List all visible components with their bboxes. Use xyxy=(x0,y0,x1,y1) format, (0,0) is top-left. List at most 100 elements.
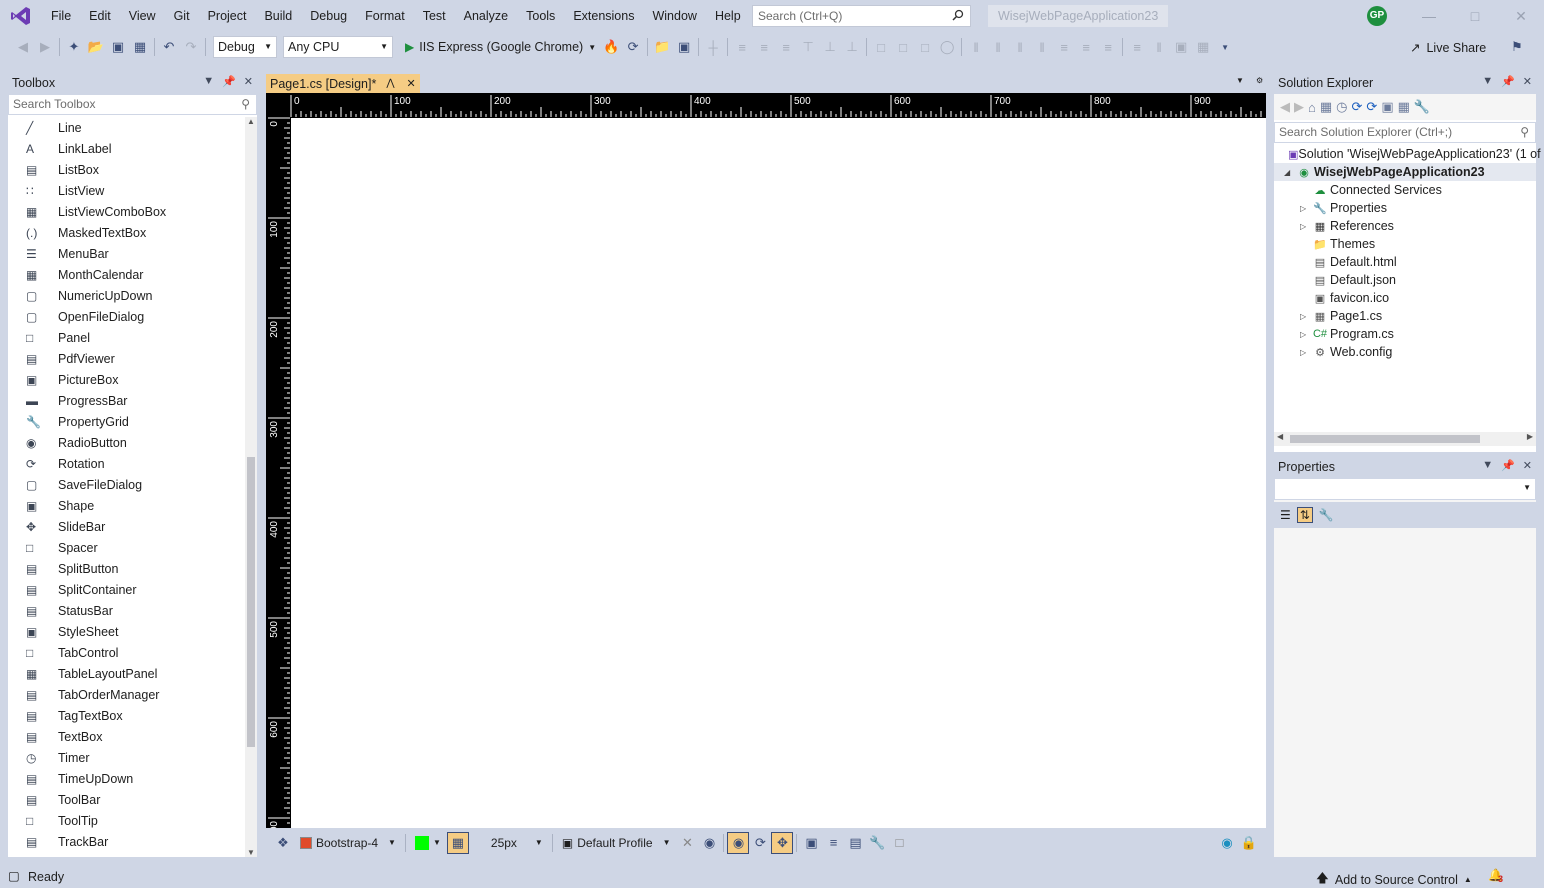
menu-item-git[interactable]: Git xyxy=(165,0,199,32)
tree-node-connected-services[interactable]: ☁ Connected Services xyxy=(1274,181,1536,199)
expand-arrow-icon[interactable]: ▷ xyxy=(1300,348,1310,357)
center-horizontally-icon[interactable]: ≡ xyxy=(1126,36,1148,58)
open-file-icon[interactable]: 📂 xyxy=(85,36,107,58)
menu-item-window[interactable]: Window xyxy=(643,0,705,32)
toolbox-item-listview[interactable]: ∷ ListView xyxy=(8,180,243,201)
pending-changes-icon[interactable]: ◷ xyxy=(1336,99,1347,115)
toolbox-item-listviewcombobox[interactable]: ▦ ListViewComboBox xyxy=(8,201,243,222)
align-middles-icon[interactable]: ⊥ xyxy=(819,36,841,58)
toolbox-item-rotation[interactable]: ⟳ Rotation xyxy=(8,453,243,474)
sync-icon[interactable]: ⟳ xyxy=(1352,99,1363,115)
properties-icon[interactable]: 🔧 xyxy=(1414,99,1430,115)
toolbox-item-tabordermanager[interactable]: ▤ TabOrderManager xyxy=(8,684,243,705)
align-rights-icon[interactable]: ≡ xyxy=(775,36,797,58)
tree-node-program-cs[interactable]: ▷ C# Program.cs xyxy=(1274,325,1536,343)
toolbox-item-radiobutton[interactable]: ◉ RadioButton xyxy=(8,432,243,453)
tree-node-properties[interactable]: ▷ 🔧 Properties xyxy=(1274,199,1536,217)
delete-profile-icon[interactable]: ✕ xyxy=(676,832,698,854)
toolbox-item-slidebar[interactable]: ✥ SlideBar xyxy=(8,516,243,537)
undo-icon[interactable]: ↶ xyxy=(158,36,180,58)
toolbox-item-toolbar[interactable]: ▤ ToolBar xyxy=(8,789,243,810)
search-input[interactable]: Search (Ctrl+Q) xyxy=(752,5,971,27)
feedback-icon[interactable]: ⚑ xyxy=(1506,36,1528,58)
navigate-forward-icon[interactable]: ▶ xyxy=(34,36,56,58)
expanded-arrow-icon[interactable]: ◢ xyxy=(1284,168,1294,177)
align-centers-icon[interactable]: ≡ xyxy=(753,36,775,58)
refresh-icon[interactable]: ⟳ xyxy=(1366,99,1377,115)
tree-node-favicon-ico[interactable]: ▣ favicon.ico xyxy=(1274,289,1536,307)
tree-node-default-json[interactable]: ▤ Default.json xyxy=(1274,271,1536,289)
home-icon[interactable]: ⌂ xyxy=(1308,100,1316,115)
edge-browser-icon[interactable]: ◉ xyxy=(1216,832,1238,854)
toolbox-item-maskedtextbox[interactable]: (.) MaskedTextBox xyxy=(8,222,243,243)
start-debugging-button[interactable]: ▶ IIS Express (Google Chrome) ▼ xyxy=(401,40,600,54)
maximize-button[interactable]: □ xyxy=(1452,0,1498,32)
minimize-button[interactable]: — xyxy=(1406,0,1452,32)
notifications-bell-icon[interactable]: 🔔 3 xyxy=(1488,868,1503,884)
align-tops-icon[interactable]: ⊤ xyxy=(797,36,819,58)
scroll-down-icon[interactable]: ▼ xyxy=(247,848,255,857)
expand-arrow-icon[interactable]: ▷ xyxy=(1300,204,1310,213)
expand-arrow-icon[interactable]: ▷ xyxy=(1300,330,1310,339)
increase-vspacing-icon[interactable]: ≡ xyxy=(1075,36,1097,58)
camera-icon[interactable]: ◉ xyxy=(698,832,720,854)
align-to-grid-icon[interactable]: ┼ xyxy=(702,36,724,58)
toolbox-item-linklabel[interactable]: A LinkLabel xyxy=(8,138,243,159)
menu-item-view[interactable]: View xyxy=(120,0,165,32)
design-canvas[interactable] xyxy=(291,118,1266,828)
decrease-vspacing-icon[interactable]: ≡ xyxy=(1097,36,1119,58)
toolbox-item-trackbar[interactable]: ▤ TrackBar xyxy=(8,831,243,852)
wisej-logo-icon[interactable]: ❖ xyxy=(272,832,294,854)
toolbox-item-spacer[interactable]: □ Spacer xyxy=(8,537,243,558)
back-icon[interactable]: ◀ xyxy=(1280,99,1290,115)
forward-icon[interactable]: ▶ xyxy=(1294,99,1304,115)
new-item-icon[interactable]: ✦ xyxy=(63,36,85,58)
tree-node-web-config[interactable]: ▷ ⚙ Web.config xyxy=(1274,343,1536,361)
tree-node-themes[interactable]: 📁 Themes xyxy=(1274,235,1536,253)
toolbox-item-statusbar[interactable]: ▤ StatusBar xyxy=(8,600,243,621)
collapse-all-icon[interactable]: ▣ xyxy=(1381,99,1393,115)
close-icon[interactable]: ✕ xyxy=(1523,75,1532,88)
show-all-files-icon[interactable]: ▦ xyxy=(1398,99,1410,115)
lock-icon[interactable]: 🔒 xyxy=(1238,832,1260,854)
anchor-icon[interactable]: ✥ xyxy=(771,831,794,854)
menu-item-extensions[interactable]: Extensions xyxy=(564,0,643,32)
toolbox-item-shape[interactable]: ▣ Shape xyxy=(8,495,243,516)
hot-reload-icon[interactable]: 🔥 xyxy=(600,36,622,58)
menu-item-file[interactable]: File xyxy=(42,0,80,32)
make-same-size-icon[interactable]: □ xyxy=(914,36,936,58)
user-avatar[interactable]: GP xyxy=(1367,6,1387,26)
preview-eye-icon[interactable]: ◉ xyxy=(727,831,750,854)
scrollbar-thumb[interactable] xyxy=(1290,435,1480,443)
categorized-icon[interactable]: ☰ xyxy=(1280,508,1291,522)
center-vertically-icon[interactable]: ‖ xyxy=(1148,36,1170,58)
menu-item-format[interactable]: Format xyxy=(356,0,414,32)
properties-wrench-icon[interactable]: 🔧 xyxy=(866,832,888,854)
pin-icon[interactable]: 📌 xyxy=(1501,75,1515,88)
toolbox-item-menubar[interactable]: ☰ MenuBar xyxy=(8,243,243,264)
dropdown-icon[interactable]: ▼ xyxy=(203,75,214,88)
make-same-width-icon[interactable]: □ xyxy=(870,36,892,58)
tree-node-page1-cs[interactable]: ▷ ▦ Page1.cs xyxy=(1274,307,1536,325)
configuration-select[interactable]: Debug ▼ xyxy=(213,36,277,58)
vertical-spacing-icon[interactable]: ≡ xyxy=(1053,36,1075,58)
align-bottoms-icon[interactable]: ⊥ xyxy=(841,36,863,58)
toolbox-item-splitbutton[interactable]: ▤ SplitButton xyxy=(8,558,243,579)
toolbox-item-progressbar[interactable]: ▬ ProgressBar xyxy=(8,390,243,411)
toolbox-icon[interactable]: ▣ xyxy=(800,832,822,854)
toolbox-item-stylesheet[interactable]: ▣ StyleSheet xyxy=(8,621,243,642)
switch-views-icon[interactable]: ▦ xyxy=(1320,99,1332,115)
menu-item-debug[interactable]: Debug xyxy=(301,0,356,32)
toolbox-item-picturebox[interactable]: ▣ PictureBox xyxy=(8,369,243,390)
toolbox-item-splitcontainer[interactable]: ▤ SplitContainer xyxy=(8,579,243,600)
toolbar-overflow-icon[interactable]: ▼ xyxy=(1214,36,1236,58)
menu-item-help[interactable]: Help xyxy=(706,0,750,32)
close-window-button[interactable]: ✕ xyxy=(1498,0,1544,32)
alphabetical-icon[interactable]: ⇅ xyxy=(1296,507,1313,523)
save-icon[interactable]: ▣ xyxy=(107,36,129,58)
toolbox-search-input[interactable]: Search Toolbox ⚲ xyxy=(8,94,257,115)
tree-node-default-html[interactable]: ▤ Default.html xyxy=(1274,253,1536,271)
send-to-back-icon[interactable]: ▦ xyxy=(1192,36,1214,58)
toolbox-item-pdfviewer[interactable]: ▤ PdfViewer xyxy=(8,348,243,369)
menu-item-analyze[interactable]: Analyze xyxy=(455,0,517,32)
